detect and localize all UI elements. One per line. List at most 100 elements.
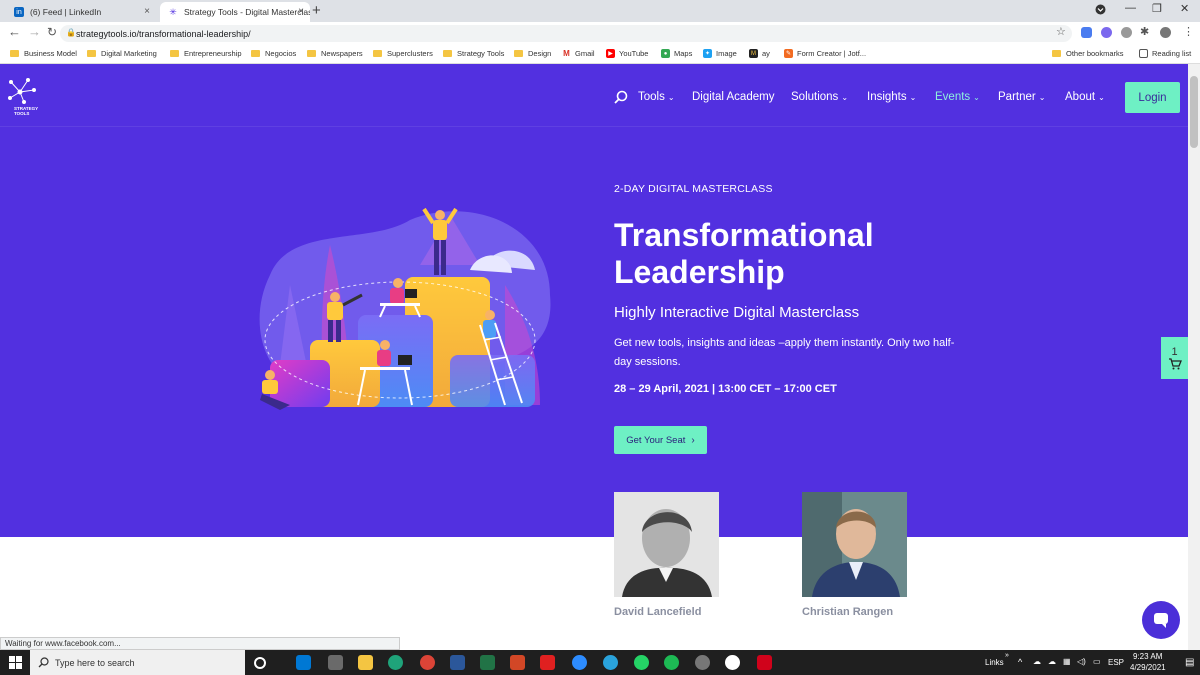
folder-icon [10,50,19,57]
close-window-button[interactable]: ✕ [1180,2,1189,15]
extension-icon[interactable] [1101,27,1112,38]
cart-icon [1168,358,1182,370]
nav-events[interactable]: Events ⌄ [935,91,980,103]
mail-icon[interactable] [328,655,343,670]
chat-button[interactable] [1142,601,1180,639]
webex-icon[interactable] [725,655,740,670]
floating-cart[interactable]: 1 [1161,337,1188,379]
nav-insights[interactable]: Insights ⌄ [867,91,916,103]
new-tab-button[interactable]: + [312,2,321,20]
bookmark-other[interactable]: Other bookmarks [1052,49,1124,58]
windows-start-icon[interactable] [9,656,22,674]
search-icon[interactable] [614,90,628,109]
bookmark-image[interactable]: ✦ Image [703,49,737,58]
page-title: Transformational Leadership [614,217,874,290]
bookmark-business-model[interactable]: Business Model [10,49,77,58]
chevron-up-icon[interactable]: ^ [1018,657,1022,667]
bookmark-negocios[interactable]: Negocios [251,49,296,58]
nav-label: Partner [998,91,1036,103]
bookmark-ay[interactable]: May [749,49,770,58]
profile-menu-icon[interactable] [1095,4,1106,18]
site-logo[interactable]: STRATEGY TOOLS [6,76,42,119]
volume-icon[interactable]: ◁) [1077,657,1086,666]
extensions-puzzle-icon[interactable]: ✱ [1140,25,1149,39]
lock-icon: 🔒 [66,28,76,37]
speaker-photo-david[interactable] [614,492,719,597]
bookmark-label: Negocios [265,49,297,58]
outlook-icon[interactable] [296,655,311,670]
zoom-extension-icon[interactable] [1081,27,1092,38]
bookmark-gmail[interactable]: M Gmail [562,49,595,58]
edge-icon[interactable] [388,655,403,670]
back-button[interactable]: ← [8,25,21,39]
strategy-tools-favicon: ✳ [168,6,178,17]
cta-label: Get Your Seat [626,434,686,446]
nav-about[interactable]: About ⌄ [1065,91,1105,103]
input-language[interactable]: ESP [1108,658,1124,667]
maximize-button[interactable]: ❐ [1152,2,1162,15]
onedrive-icon[interactable]: ☁ [1033,657,1041,666]
get-your-seat-button[interactable]: Get Your Seat › [614,426,707,454]
word-icon[interactable] [450,655,465,670]
spotify-icon[interactable] [664,655,679,670]
nav-digital-academy[interactable]: Digital Academy [692,91,774,103]
bookmark-design[interactable]: Design [514,49,551,58]
excel-icon[interactable] [480,655,495,670]
app-q-icon[interactable] [757,655,772,670]
acrobat-icon[interactable] [540,655,555,670]
bookmark-entrepreneurship[interactable]: Entrepreneurship [170,49,242,58]
whatsapp-icon[interactable] [634,655,649,670]
bookmark-newspapers[interactable]: Newspapers [307,49,363,58]
app-icon[interactable] [695,655,710,670]
file-explorer-icon[interactable] [358,655,373,670]
login-button[interactable]: Login [1125,82,1180,113]
nav-partner[interactable]: Partner ⌄ [998,91,1045,103]
forward-button[interactable]: → [28,25,41,39]
cortana-icon[interactable] [254,657,266,669]
chrome-icon[interactable] [420,655,435,670]
network-icon[interactable]: ▦ [1063,657,1071,666]
bookmark-label: Strategy Tools [457,49,505,58]
powerpoint-icon[interactable] [510,655,525,670]
close-tab-icon[interactable]: × [144,6,150,17]
close-tab-icon[interactable]: × [298,6,304,17]
nav-solutions[interactable]: Solutions ⌄ [791,91,848,103]
zoom-icon[interactable] [572,655,587,670]
page-scrollbar[interactable] [1188,64,1200,650]
bookmark-strategy-tools[interactable]: Strategy Tools [443,49,504,58]
bookmarks-bar: Business Model Digital Marketing Entrepr… [0,44,1200,64]
action-center-icon[interactable]: ▤ [1185,657,1194,668]
bookmark-label: YouTube [619,49,649,58]
bookmark-superclusters[interactable]: Superclusters [373,49,433,58]
nav-tools[interactable]: Tools ⌄ [638,91,675,103]
chevron-double-right-icon[interactable]: » [1005,652,1009,659]
speaker-name[interactable]: David Lancefield [614,606,701,618]
twitter-icon: ✦ [703,49,712,58]
reload-button[interactable]: ↻ [47,25,57,39]
scrollbar-thumb[interactable] [1190,76,1198,148]
clock-date[interactable]: 4/29/2021 [1130,663,1166,672]
bookmark-youtube[interactable]: ▶ YouTube [606,49,648,58]
bookmark-form-creator[interactable]: ✎ Form Creator | Jotf... [784,49,866,58]
tab-strip: in (6) Feed | LinkedIn × ✳ Strategy Tool… [0,0,1200,22]
links-toolbar[interactable]: Links [985,658,1004,667]
profile-avatar[interactable] [1160,27,1171,38]
reading-list[interactable]: Reading list [1139,49,1191,58]
bookmark-maps[interactable]: ● Maps [661,49,692,58]
speaker-name[interactable]: Christian Rangen [802,606,893,618]
browser-menu-icon[interactable]: ⋮ [1183,25,1194,39]
taskbar-search-box[interactable]: Type here to search [30,650,245,675]
url-field[interactable]: 🔒 strategytools.io/transformational-lead… [60,25,1072,42]
minimize-button[interactable]: — [1125,2,1136,14]
clock-time[interactable]: 9:23 AM [1133,652,1162,661]
bookmark-star-icon[interactable]: ☆ [1056,25,1066,39]
notifications-icon[interactable]: ▭ [1093,657,1101,666]
github-extension-icon[interactable] [1121,27,1132,38]
tab-strategy-tools[interactable]: ✳ Strategy Tools - Digital Masterclass × [160,2,310,22]
cloud-icon[interactable]: ☁ [1048,657,1056,666]
telegram-icon[interactable] [603,655,618,670]
tab-linkedin[interactable]: in (6) Feed | LinkedIn × [6,2,156,22]
ay-icon: M [749,49,758,58]
speaker-photo-christian[interactable] [802,492,907,597]
bookmark-digital-marketing[interactable]: Digital Marketing [87,49,157,58]
